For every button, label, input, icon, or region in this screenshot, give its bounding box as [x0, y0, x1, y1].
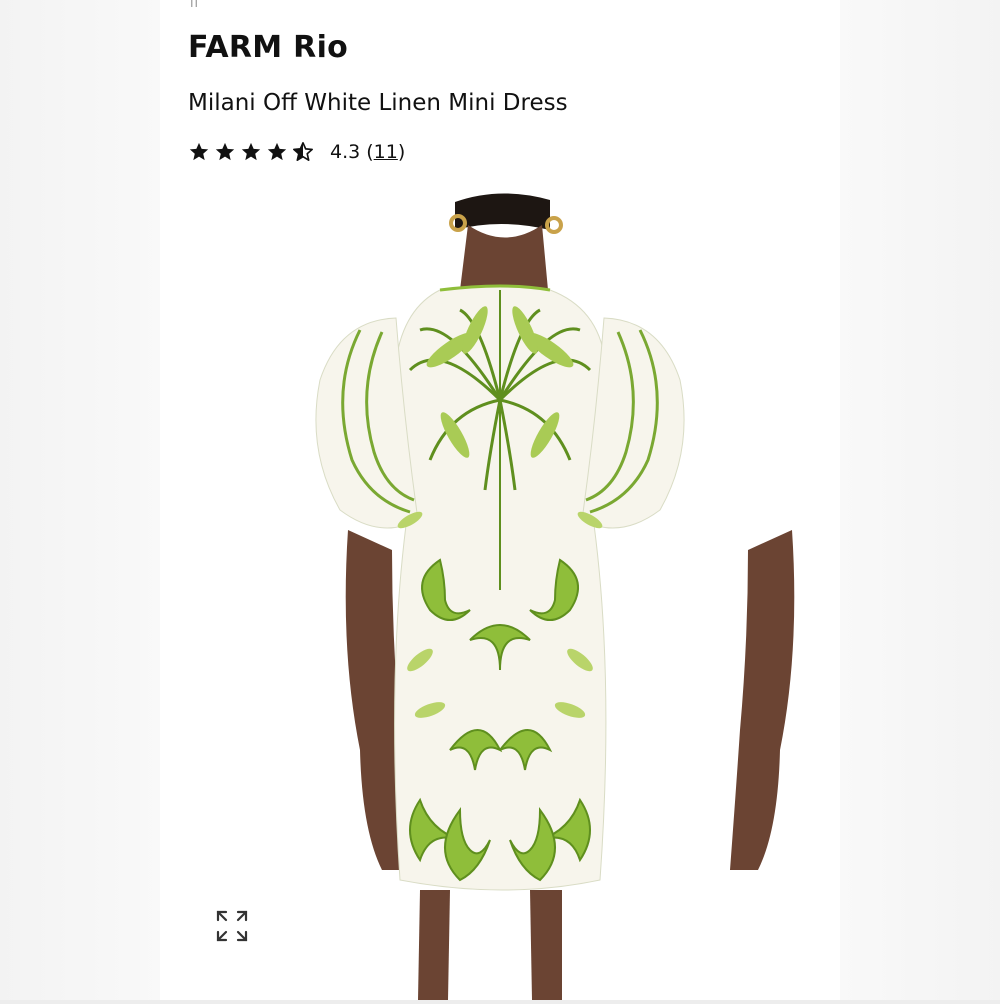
review-count-link[interactable]: (11) [366, 141, 405, 163]
top-mark: II [190, 0, 200, 10]
star-full-icon [241, 142, 261, 161]
rating-value: 4.3 [330, 141, 361, 163]
dress-illustration [315, 193, 795, 1000]
product-card: II FARM Rio Milani Off White Linen Mini … [160, 0, 840, 1000]
review-count-number[interactable]: 11 [374, 141, 398, 163]
star-full-icon [267, 142, 287, 161]
star-full-icon [189, 142, 209, 161]
product-title: Milani Off White Linen Mini Dress [188, 90, 568, 116]
rating-row[interactable]: 4.3 (11) [188, 138, 405, 166]
review-count-close: ) [397, 141, 406, 163]
review-count-open: ( [366, 141, 374, 163]
expand-arrows-icon[interactable] [212, 906, 252, 946]
star-full-icon [215, 142, 235, 161]
rating-stars [188, 141, 314, 163]
product-image[interactable] [300, 190, 840, 1000]
star-half-icon [293, 142, 313, 161]
brand-name[interactable]: FARM Rio [188, 30, 348, 65]
